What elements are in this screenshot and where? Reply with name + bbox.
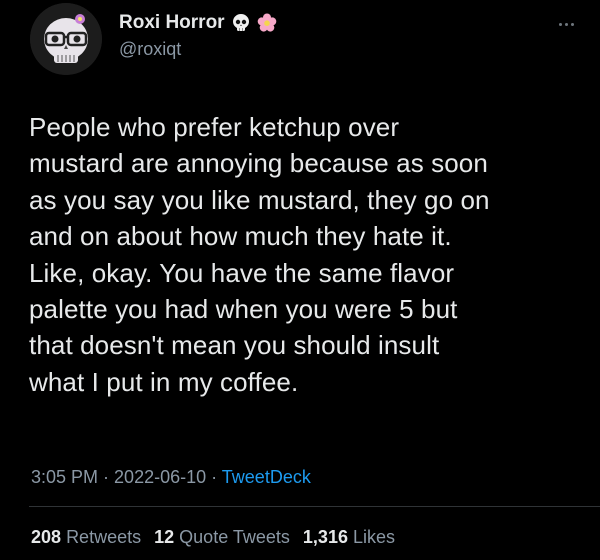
tweet-stats: 208 Retweets 12 Quote Tweets 1,316 Likes	[31, 527, 403, 548]
likes-stat[interactable]: 1,316 Likes	[303, 527, 395, 547]
retweets-label: Retweets	[66, 527, 142, 547]
skull-icon	[231, 13, 251, 33]
quote-tweets-stat[interactable]: 12 Quote Tweets	[154, 527, 290, 547]
quote-tweets-label: Quote Tweets	[179, 527, 290, 547]
meta-separator: ·	[206, 467, 222, 487]
cherry-blossom-icon	[257, 13, 277, 33]
skull-avatar-icon	[30, 3, 102, 75]
more-dot	[570, 22, 574, 26]
tweet-source-link[interactable]: TweetDeck	[222, 467, 311, 487]
meta-separator: ·	[98, 467, 115, 487]
more-options-button[interactable]	[552, 16, 580, 32]
display-name-row: Roxi Horror	[119, 11, 277, 35]
display-name[interactable]: Roxi Horror	[119, 12, 225, 34]
tweet-card: Roxi Horror @roxiqt People who prefer ke…	[0, 0, 600, 560]
more-dot	[564, 22, 568, 26]
divider	[29, 506, 600, 507]
tweet-date[interactable]: 2022-06-10	[114, 467, 206, 487]
tweet-meta: 3:05 PM · 2022-06-10 · TweetDeck	[31, 467, 311, 488]
tweet-time[interactable]: 3:05 PM	[31, 467, 98, 487]
more-dot	[558, 22, 562, 26]
user-handle[interactable]: @roxiqt	[119, 39, 277, 60]
tweet-text: People who prefer ketchup over mustard a…	[29, 112, 490, 397]
avatar[interactable]	[30, 3, 102, 75]
retweets-stat[interactable]: 208 Retweets	[31, 527, 141, 547]
retweets-count: 208	[31, 527, 62, 547]
likes-count: 1,316	[302, 527, 348, 547]
likes-label: Likes	[352, 527, 396, 547]
author-info: Roxi Horror @roxiqt	[119, 11, 277, 60]
quote-tweets-count: 12	[154, 527, 175, 547]
